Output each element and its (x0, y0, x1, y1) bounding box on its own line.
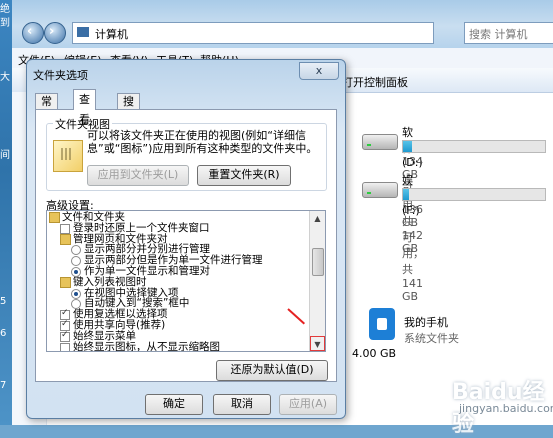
advanced-setting-label: 文件和文件夹 (62, 211, 125, 223)
hard-drive-icon (362, 182, 398, 198)
advanced-setting-row: 管理网页和文件夹对 (47, 232, 309, 245)
back-button[interactable]: ‹ (22, 22, 44, 44)
explorer-titlebar: ‹ › 计算机 搜索 计算机 (12, 0, 553, 48)
restore-defaults-button[interactable]: 还原为默认值(D) (216, 360, 328, 381)
advanced-setting-row[interactable]: 显示两部分但是作为单一文件进行管理 (47, 254, 309, 267)
scroll-up-arrow-icon[interactable]: ▲ (310, 211, 325, 226)
computer-icon (77, 27, 89, 37)
drive-usage-bar (402, 188, 546, 201)
advanced-setting-label: 作为单一文件显示和管理对 (84, 265, 210, 277)
desktop-text: 大 (0, 72, 10, 83)
advanced-setting-row: 键入列表视图时 (47, 275, 309, 288)
desktop-text: 绝 (0, 4, 10, 15)
drive-usage-bar (402, 140, 546, 153)
apply-button[interactable]: 应用(A) (279, 394, 337, 415)
dialog-close-button[interactable]: x (299, 62, 339, 80)
tab-search[interactable]: 搜索 (117, 93, 140, 123)
folder-view-group: 文件夹视图 可以将该文件夹正在使用的视图(例如“详细信息”或“图标”)应用到所有… (46, 116, 327, 191)
view-tab-panel: 文件夹视图 可以将该文件夹正在使用的视图(例如“详细信息”或“图标”)应用到所有… (35, 109, 337, 382)
forward-button[interactable]: › (44, 22, 66, 44)
phone-icon[interactable] (369, 308, 395, 340)
baidu-watermark-url: jingyan.baidu.com (459, 402, 553, 415)
desktop-strip: 绝 到 大 间 5 6 7 (0, 0, 12, 425)
drive-info: 136 GB 可用，共 141 GB (402, 203, 424, 303)
advanced-setting-label: 键入列表视图时 (73, 275, 147, 288)
advanced-setting-label: 自动键入到“搜索”框中 (84, 297, 190, 310)
folder-icon (49, 212, 60, 223)
apply-to-folders-button[interactable]: 应用到文件夹(L) (87, 165, 189, 186)
folder-icon (60, 233, 71, 245)
address-bar[interactable]: 计算机 (72, 22, 434, 44)
setting-radio[interactable] (71, 288, 81, 299)
reset-folders-button[interactable]: 重置文件夹(R) (197, 165, 291, 186)
hard-drive-icon (362, 134, 398, 150)
phone-type: 系统文件夹 (404, 332, 459, 345)
phone-name[interactable]: 我的手机 (404, 314, 448, 330)
advanced-setting-label: 在视图中选择键入项 (84, 286, 179, 299)
dialog-title: 文件夹选项 (33, 69, 88, 82)
setting-checkbox[interactable] (60, 308, 70, 321)
forward-arrow-icon: › (49, 24, 55, 39)
advanced-settings-list: 始终显示图标，从不显示缩略图始终显示菜单使用共享向导(推荐)使用复选框以选择项自… (46, 210, 326, 352)
folder-view-description: 可以将该文件夹正在使用的视图(例如“详细信息”或“图标”)应用到所有这种类型的文… (87, 129, 318, 155)
setting-checkbox[interactable] (60, 223, 70, 234)
memory-info: 4.00 GB (352, 347, 397, 360)
scroll-down-arrow-icon[interactable]: ▼ (310, 336, 325, 351)
setting-checkbox[interactable] (60, 330, 70, 342)
advanced-setting-label: 显示两部分并分别进行管理 (84, 243, 210, 256)
address-text: 计算机 (95, 28, 128, 41)
cancel-button[interactable]: 取消 (213, 394, 271, 415)
folder-icon (60, 276, 71, 288)
advanced-setting-row[interactable]: 作为单一文件显示和管理对 (47, 266, 309, 277)
setting-checkbox[interactable] (60, 342, 70, 351)
advanced-setting-label: 使用复选框以选择项 (73, 308, 168, 321)
advanced-setting-row[interactable]: 在视图中选择键入项 (47, 286, 309, 299)
advanced-setting-row[interactable]: 显示两部分并分别进行管理 (47, 243, 309, 256)
advanced-setting-label: 使用共享向导(推荐) (73, 319, 166, 331)
scroll-thumb[interactable] (312, 248, 324, 276)
setting-radio[interactable] (71, 299, 81, 310)
back-arrow-icon: ‹ (27, 24, 33, 39)
drive-usage-fill (403, 141, 412, 152)
advanced-setting-label: 显示两部分但是作为单一文件进行管理 (84, 254, 263, 267)
desktop-text: 到 (0, 18, 10, 29)
desktop-text: 5 (0, 296, 7, 307)
advanced-setting-label: 始终显示图标，从不显示缩略图 (73, 340, 220, 352)
advanced-setting-label: 管理网页和文件夹对 (73, 232, 168, 245)
advanced-setting-row: 文件和文件夹 (47, 212, 309, 223)
tab-general[interactable]: 常规 (35, 93, 58, 123)
advanced-setting-row[interactable]: 自动键入到“搜索”框中 (47, 297, 309, 310)
advanced-setting-row[interactable]: 使用复选框以选择项 (47, 308, 309, 321)
open-control-panel-button[interactable]: 打开控制面板 (342, 74, 408, 90)
search-input[interactable]: 搜索 计算机 (464, 22, 553, 44)
desktop-text: 间 (0, 150, 10, 161)
setting-radio[interactable] (71, 267, 81, 277)
folder-view-icon (53, 140, 83, 172)
advanced-setting-label: 登录时还原上一个文件夹窗口 (73, 221, 210, 234)
advanced-settings-scrollbar[interactable]: ▲ ▼ (309, 211, 325, 351)
setting-checkbox[interactable] (60, 319, 70, 331)
folder-options-dialog: 文件夹选项 x 常规 查看 搜索 文件夹视图 可以将该文件夹正在使用的视图(例如… (26, 59, 346, 419)
ok-button[interactable]: 确定 (145, 394, 203, 415)
tab-view[interactable]: 查看 (73, 89, 96, 126)
desktop-text: 6 (0, 328, 7, 339)
drive-usage-fill (403, 189, 409, 200)
advanced-setting-row[interactable]: 登录时还原上一个文件夹窗口 (47, 221, 309, 234)
advanced-setting-label: 始终显示菜单 (73, 329, 136, 342)
advanced-setting-row[interactable]: 始终显示图标，从不显示缩略图 (47, 340, 309, 352)
search-placeholder: 搜索 计算机 (469, 28, 528, 41)
setting-radio[interactable] (71, 245, 81, 256)
advanced-setting-row[interactable]: 使用共享向导(推荐) (47, 319, 309, 331)
setting-radio[interactable] (71, 256, 81, 267)
desktop-text: 7 (0, 380, 7, 391)
advanced-setting-row[interactable]: 始终显示菜单 (47, 329, 309, 342)
